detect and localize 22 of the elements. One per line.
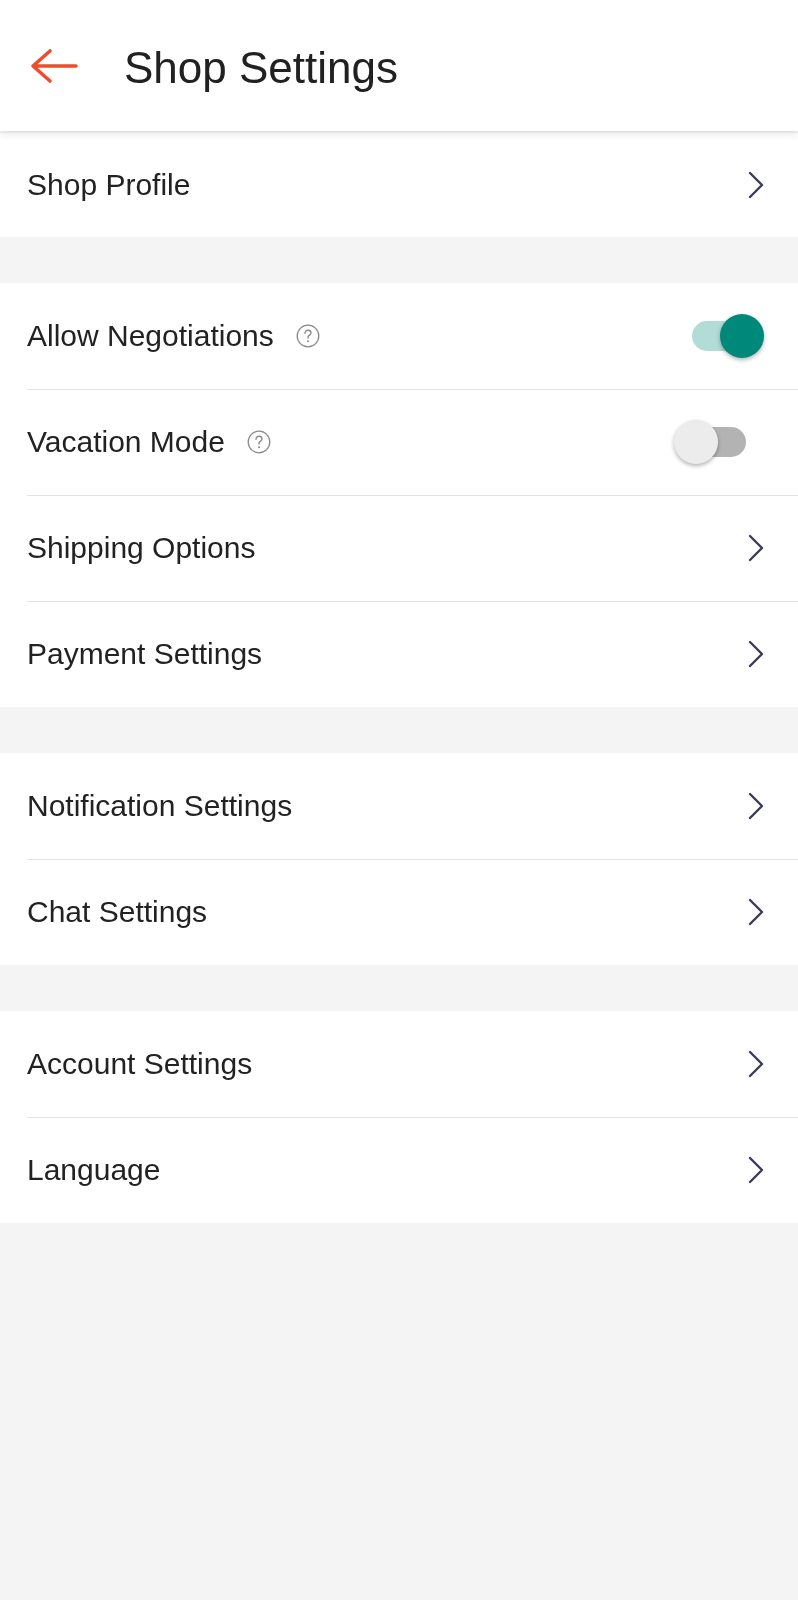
chevron-right-icon <box>748 534 764 562</box>
help-icon[interactable] <box>295 324 320 348</box>
setting-label[interactable]: Language <box>27 1153 161 1187</box>
setting-label: Allow Negotiations <box>27 319 274 353</box>
toggle-switch[interactable] <box>690 313 764 359</box>
setting-label[interactable]: Account Settings <box>27 1047 253 1081</box>
chevron-right-icon <box>748 1156 764 1184</box>
setting-label[interactable]: Notification Settings <box>27 789 293 823</box>
setting-label[interactable]: Shipping Options <box>27 531 256 565</box>
chevron-right-icon <box>748 171 764 199</box>
setting-label[interactable]: Payment Settings <box>27 637 263 671</box>
chevron-right-icon <box>748 792 764 820</box>
setting-label[interactable]: Shop Profile <box>27 168 191 202</box>
chevron-right-icon <box>748 898 764 926</box>
page-title: Shop Settings <box>124 41 398 93</box>
help-icon[interactable] <box>246 430 271 454</box>
setting-label[interactable]: Chat Settings <box>27 895 208 929</box>
chevron-right-icon <box>748 1050 764 1078</box>
toggle-switch[interactable] <box>674 419 748 465</box>
back-button[interactable] <box>30 47 78 84</box>
setting-label: Vacation Mode <box>27 425 225 459</box>
chevron-right-icon <box>748 640 764 668</box>
